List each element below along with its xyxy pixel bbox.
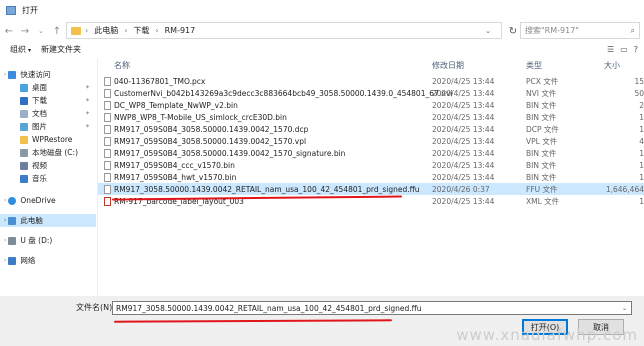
filename-field[interactable]: RM917_3058.50000.1439.0042_RETAIL_nam_us… [112, 301, 632, 315]
music-icon [20, 174, 28, 183]
column-date[interactable]: 修改日期 [432, 60, 464, 71]
list-item[interactable]: RM917_059S0B4_hwt_v1570.bin 2020/4/25 13… [98, 171, 644, 183]
file-icon [104, 88, 111, 98]
computer-icon [8, 216, 17, 225]
sidebar-item-local-disk-c[interactable]: 本地磁盘 (C:) [0, 146, 96, 159]
list-item[interactable]: CustomerNvi_b042b143269a3c9decc3c883664b… [98, 87, 644, 99]
file-icon [104, 160, 111, 170]
pin-icon: ✦ [84, 110, 90, 117]
search-icon: ⌕ [630, 25, 635, 35]
usb-icon [8, 236, 17, 245]
recent-chevron-icon[interactable]: ⌄ [34, 24, 48, 38]
breadcrumb-downloads[interactable]: 下载 [133, 25, 149, 36]
organize-button[interactable]: 组织 ▾ [10, 44, 31, 55]
file-icon [104, 148, 111, 158]
toolbar: 组织 ▾ 新建文件夹 ☰ ▭ ? [0, 42, 644, 56]
column-size[interactable]: 大小 [604, 60, 620, 71]
sidebar-item-quick-access[interactable]: › 快速访问 [0, 68, 96, 81]
file-icon [104, 100, 111, 110]
sidebar-item-usb-d[interactable]: › U 盘 (D:) [0, 234, 96, 247]
star-icon [8, 70, 17, 79]
view-options-icon[interactable]: ☰ [607, 45, 614, 54]
breadcrumb-separator: › [85, 26, 89, 35]
folder-icon [20, 135, 28, 144]
file-icon [104, 172, 111, 182]
folder-icon [71, 26, 81, 35]
list-item[interactable]: RM917_059S0B4_3058.50000.1439.0042_1570.… [98, 123, 644, 135]
back-icon[interactable]: ← [2, 24, 16, 38]
list-item[interactable]: NWP8_WP8_T-Mobile_US_simlock_crcE30D.bin… [98, 111, 644, 123]
window-title: 打开 [22, 5, 38, 15]
sidebar-item-pictures[interactable]: 图片 ✦ [0, 120, 96, 133]
sidebar-item-this-pc[interactable]: › 此电脑 [0, 214, 96, 227]
filename-label: 文件名(N): [76, 303, 115, 312]
list-item[interactable]: DC_WP8_Template_NwWP_v2.bin 2020/4/25 13… [98, 99, 644, 111]
column-header: 名称 修改日期 类型 大小 [98, 58, 644, 72]
desktop-icon [20, 83, 28, 92]
address-row: ← → ⌄ ↑ › 此电脑 › 下载 › RM-917 ⌄ ↻ 搜索"RM-91… [0, 20, 644, 42]
file-icon [104, 136, 111, 146]
breadcrumb-separator: › [124, 26, 128, 35]
refresh-icon[interactable]: ↻ [506, 24, 520, 38]
sidebar-item-desktop[interactable]: 桌面 ✦ [0, 81, 96, 94]
drive-icon [20, 148, 28, 157]
sidebar-item-wprestore[interactable]: WPRestore [0, 133, 96, 146]
help-icon[interactable]: ? [634, 45, 638, 54]
sidebar-item-music[interactable]: 音乐 [0, 172, 96, 185]
pictures-icon [20, 122, 28, 131]
filename-value: RM917_3058.50000.1439.0042_RETAIL_nam_us… [116, 303, 422, 313]
file-icon [104, 76, 111, 86]
xml-file-icon [104, 196, 111, 206]
pin-icon: ✦ [84, 84, 90, 91]
search-input[interactable]: 搜索"RM-917" ⌕ [520, 22, 640, 39]
list-item[interactable]: 040-11367801_TMO.pcx 2020/4/25 13:44 PCX… [98, 75, 644, 87]
breadcrumb-separator: › [155, 26, 159, 35]
video-icon [20, 161, 28, 170]
list-item[interactable]: RM917_059S0B4_3058.50000.1439.0042_1570.… [98, 135, 644, 147]
network-icon [8, 256, 17, 265]
sidebar-item-onedrive[interactable]: › OneDrive [0, 194, 96, 207]
address-bar[interactable]: › 此电脑 › 下载 › RM-917 ⌄ [66, 22, 502, 39]
cloud-icon [8, 196, 17, 205]
list-item-selected[interactable]: RM917_3058.50000.1439.0042_RETAIL_nam_us… [98, 183, 644, 195]
sidebar-item-network[interactable]: › 网络 [0, 254, 96, 267]
chevron-down-icon[interactable]: ⌄ [485, 27, 491, 35]
download-icon [20, 96, 28, 105]
sidebar-item-documents[interactable]: 文档 ✦ [0, 107, 96, 120]
document-icon [20, 109, 28, 118]
file-icon [104, 112, 111, 122]
chevron-down-icon[interactable]: ⌄ [622, 305, 627, 312]
forward-icon[interactable]: → [18, 24, 32, 38]
window-icon [6, 5, 16, 15]
title-bar: 打开 [0, 0, 644, 20]
column-type[interactable]: 类型 [526, 60, 542, 71]
sidebar-item-videos[interactable]: 视频 [0, 159, 96, 172]
pin-icon: ✦ [84, 123, 90, 130]
column-name[interactable]: 名称 [114, 60, 130, 71]
sidebar-item-downloads[interactable]: 下载 ✦ [0, 94, 96, 107]
breadcrumb-this-pc[interactable]: 此电脑 [94, 25, 118, 36]
file-icon [104, 184, 111, 194]
navigation-pane: › 快速访问 桌面 ✦ 下载 ✦ 文档 ✦ 图片 ✦ WPRestore 本地磁… [0, 60, 96, 300]
list-item[interactable]: RM917_059S0B4_3058.50000.1439.0042_1570_… [98, 147, 644, 159]
search-placeholder: 搜索"RM-917" [525, 26, 579, 35]
watermark: www.xnadiafwhp.com [456, 326, 638, 344]
preview-pane-icon[interactable]: ▭ [620, 45, 628, 54]
breadcrumb-rm917[interactable]: RM-917 [165, 26, 196, 35]
file-icon [104, 124, 111, 134]
pin-icon: ✦ [84, 97, 90, 104]
list-item[interactable]: RM917_059S0B4_ccc_v1570.bin 2020/4/25 13… [98, 159, 644, 171]
new-folder-button[interactable]: 新建文件夹 [41, 44, 81, 55]
up-icon[interactable]: ↑ [50, 24, 64, 38]
